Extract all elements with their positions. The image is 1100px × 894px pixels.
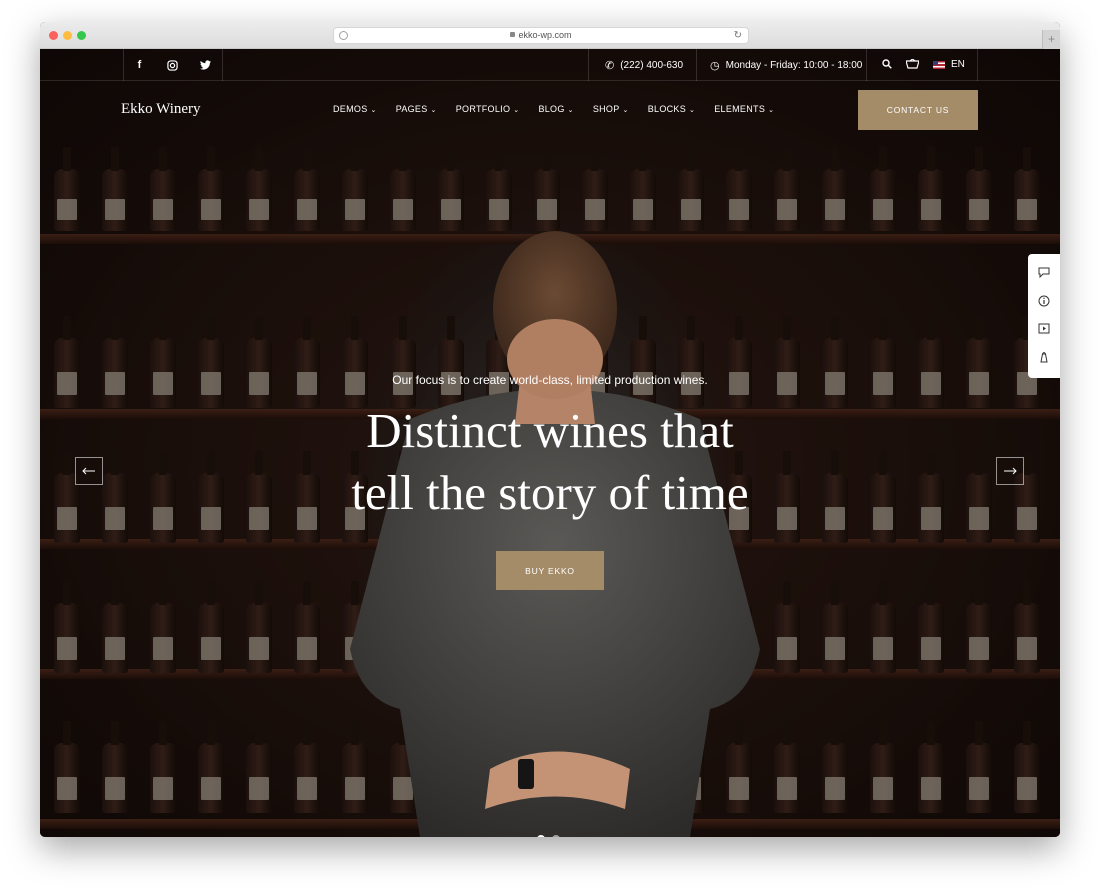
phone-icon: ✆ <box>605 60 615 72</box>
clock-icon: ◷ <box>710 60 720 72</box>
chevron-down-icon: ⌄ <box>370 107 377 114</box>
twitter-icon[interactable] <box>189 49 222 81</box>
reload-icon[interactable]: ↻ <box>734 30 742 41</box>
hero-headline: Distinct wines that tell the story of ti… <box>40 400 1060 524</box>
cart-button[interactable] <box>906 59 919 69</box>
slide-dot-1[interactable] <box>537 835 545 837</box>
opening-hours: Monday - Friday: 10:00 - 18:00 <box>725 60 863 71</box>
nav-item-pages[interactable]: PAGES ⌄ <box>396 104 437 114</box>
browser-window: ekko-wp.com ↻ + f ✆ (222) 400-630 ◷ Mond… <box>40 22 1060 837</box>
buy-ekko-button[interactable]: BUY EKKO <box>496 551 604 590</box>
maximize-window-button[interactable] <box>77 31 86 40</box>
close-window-button[interactable] <box>49 31 58 40</box>
lock-icon <box>510 32 516 37</box>
nav-item-blocks[interactable]: BLOCKS ⌄ <box>648 104 696 114</box>
side-toolbar <box>1028 254 1060 378</box>
video-play-icon[interactable] <box>1037 323 1051 337</box>
chevron-down-icon: ⌄ <box>689 107 696 114</box>
chat-bubble-icon[interactable] <box>1037 267 1051 281</box>
chevron-down-icon: ⌄ <box>430 107 437 114</box>
slide-dot-2[interactable] <box>552 835 560 837</box>
bag-icon[interactable] <box>1037 351 1051 365</box>
url-text: ekko-wp.com <box>518 30 572 40</box>
hero-slider: f ✆ (222) 400-630 ◷ Monday - Friday: 10:… <box>40 49 1060 837</box>
cart-icon <box>906 59 919 69</box>
language-selector[interactable]: EN <box>933 59 965 70</box>
top-info-bar: f ✆ (222) 400-630 ◷ Monday - Friday: 10:… <box>40 49 1060 81</box>
nav-item-blog[interactable]: BLOG ⌄ <box>538 104 573 114</box>
contact-us-button[interactable]: CONTACT US <box>858 90 978 130</box>
arrow-left-icon <box>82 467 95 475</box>
chevron-down-icon: ⌄ <box>768 107 775 114</box>
phone-number: (222) 400-630 <box>620 60 684 71</box>
minimize-window-button[interactable] <box>63 31 72 40</box>
browser-toolbar: ekko-wp.com ↻ + <box>40 22 1060 49</box>
search-button[interactable] <box>882 59 892 69</box>
facebook-icon[interactable]: f <box>123 49 156 81</box>
nav-item-portfolio[interactable]: PORTFOLIO ⌄ <box>456 104 520 114</box>
nav-item-shop[interactable]: SHOP ⌄ <box>593 104 629 114</box>
us-flag-icon <box>933 60 945 69</box>
chevron-down-icon: ⌄ <box>513 107 520 114</box>
phone-info[interactable]: ✆ (222) 400-630 <box>605 59 683 72</box>
hours-info: ◷ Monday - Friday: 10:00 - 18:00 <box>710 59 862 72</box>
nav-item-elements[interactable]: ELEMENTS ⌄ <box>714 104 774 114</box>
hero-headline-line-1: Distinct wines that <box>366 403 734 458</box>
new-tab-button[interactable]: + <box>1042 30 1060 49</box>
next-slide-button[interactable] <box>996 457 1024 485</box>
previous-slide-button[interactable] <box>75 457 103 485</box>
hero-tagline: Our focus is to create world-class, limi… <box>392 373 708 387</box>
sommelier-image <box>350 231 760 837</box>
search-icon <box>882 59 892 69</box>
nav-menu: DEMOS ⌄ PAGES ⌄ PORTFOLIO ⌄ BLOG ⌄ SHOP ⌄ BLO… <box>333 104 793 114</box>
address-bar[interactable]: ekko-wp.com ↻ <box>333 27 749 44</box>
hero-headline-line-2: tell the story of time <box>351 465 749 520</box>
chevron-down-icon: ⌄ <box>567 107 574 114</box>
chevron-down-icon: ⌄ <box>622 107 629 114</box>
info-icon[interactable] <box>1037 295 1051 309</box>
slider-pagination <box>537 835 560 837</box>
site-logo[interactable]: Ekko Winery <box>121 101 201 118</box>
language-label: EN <box>951 59 965 70</box>
instagram-icon[interactable] <box>156 49 189 81</box>
nav-item-demos[interactable]: DEMOS ⌄ <box>333 104 377 114</box>
arrow-right-icon <box>1004 467 1017 475</box>
